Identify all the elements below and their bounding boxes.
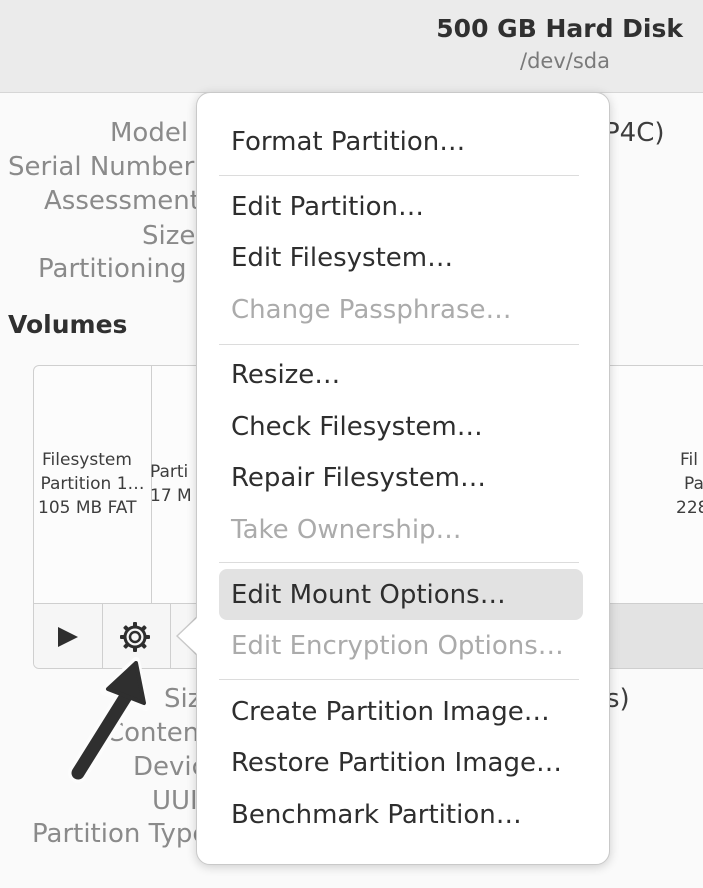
volume-segment-3[interactable]: Fil Pa 228 <box>664 366 703 603</box>
menu-item-take-ownership: Take Ownership… <box>231 515 462 545</box>
menu-item-change-passphrase: Change Passphrase… <box>231 295 512 325</box>
play-icon <box>58 627 78 647</box>
menu-item-restore-partition-image[interactable]: Restore Partition Image… <box>231 748 562 778</box>
disk-title: 500 GB Hard Disk <box>436 14 683 43</box>
menu-item-edit-encryption-options: Edit Encryption Options… <box>231 631 564 661</box>
volume-segment-2-size: 17 M <box>150 486 192 506</box>
toolbar-empty-area <box>594 604 703 668</box>
volumes-heading: Volumes <box>8 310 128 339</box>
menu-pointer <box>178 617 198 655</box>
serial-number-label: Serial Number <box>8 152 195 182</box>
gear-icon <box>120 622 150 652</box>
menu-item-create-partition-image[interactable]: Create Partition Image… <box>231 697 550 727</box>
model-value: P4C) <box>604 118 665 148</box>
volume-segment-1-name: Partition 1… <box>40 474 145 494</box>
partitioning-label: Partitioning <box>38 254 187 284</box>
menu-item-edit-mount-options[interactable]: Edit Mount Options… <box>231 580 506 610</box>
menu-item-edit-filesystem[interactable]: Edit Filesystem… <box>231 243 453 273</box>
menu-item-repair-filesystem[interactable]: Repair Filesystem… <box>231 463 486 493</box>
volume-segment-3-type: Fil <box>680 450 698 470</box>
pointer-arrow-icon <box>68 657 150 783</box>
volume-segment-1-type: Filesystem <box>42 450 132 470</box>
volume-segment-3-size: 228 <box>676 498 703 518</box>
volume-segment-2-type: Parti <box>150 462 189 482</box>
menu-separator <box>219 562 579 563</box>
disk-device-path: /dev/sda <box>520 49 610 73</box>
model-label: Model <box>110 118 189 148</box>
volume-segment-3-name: Pa <box>684 474 703 494</box>
menu-item-format-partition[interactable]: Format Partition… <box>231 127 465 157</box>
disk-header: 500 GB Hard Disk /dev/sda <box>0 0 703 93</box>
menu-item-resize[interactable]: Resize… <box>231 360 340 390</box>
menu-separator <box>219 344 579 345</box>
menu-item-check-filesystem[interactable]: Check Filesystem… <box>231 412 483 442</box>
volume-segment-1-size: 105 MB FAT <box>38 498 137 518</box>
partition-type-label: Partition Type <box>32 819 209 849</box>
assessment-label: Assessment <box>44 186 200 216</box>
size-label: Size <box>142 221 196 251</box>
partition-context-menu: Format Partition… Edit Partition… Edit F… <box>196 92 610 865</box>
menu-item-benchmark-partition[interactable]: Benchmark Partition… <box>231 800 522 830</box>
menu-separator <box>219 175 579 176</box>
menu-item-edit-partition[interactable]: Edit Partition… <box>231 192 424 222</box>
menu-separator <box>219 679 579 680</box>
volume-segment-1[interactable]: Filesystem Partition 1… 105 MB FAT <box>34 366 152 603</box>
